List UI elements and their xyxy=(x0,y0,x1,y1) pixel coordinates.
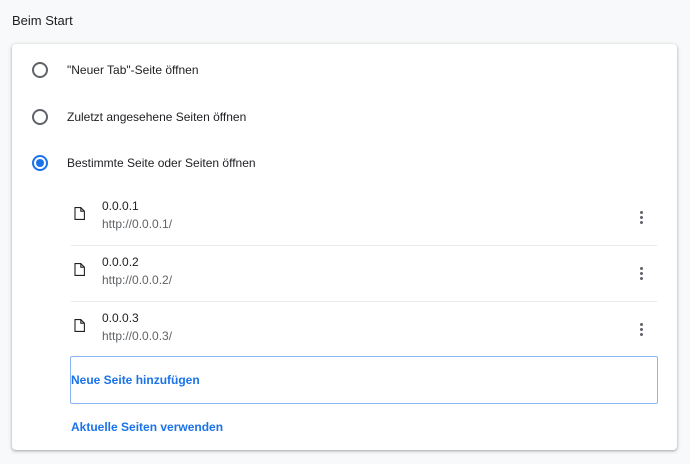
startup-card: "Neuer Tab"-Seite öffnen Zuletzt angeseh… xyxy=(12,44,677,450)
page-url: http://0.0.0.1/ xyxy=(102,217,173,231)
page-title: 0.0.0.1 xyxy=(102,199,139,213)
page-icon xyxy=(74,319,85,332)
radio-button-new-tab[interactable] xyxy=(32,62,48,78)
section-title: Beim Start xyxy=(12,13,73,28)
radio-button-continue[interactable] xyxy=(32,109,48,125)
radio-option-continue[interactable]: Zuletzt angesehene Seiten öffnen xyxy=(12,102,677,132)
more-vert-icon[interactable] xyxy=(631,261,651,285)
startup-page-item: 0.0.0.3 http://0.0.0.3/ xyxy=(71,302,657,358)
page-title: 0.0.0.3 xyxy=(102,311,139,325)
page-icon xyxy=(74,263,85,276)
radio-option-new-tab[interactable]: "Neuer Tab"-Seite öffnen xyxy=(12,55,677,85)
page-url: http://0.0.0.2/ xyxy=(102,273,173,287)
startup-pages-list: 0.0.0.1 http://0.0.0.1/ 0.0.0.2 http://0… xyxy=(71,190,657,358)
more-vert-icon[interactable] xyxy=(631,205,651,229)
more-vert-icon[interactable] xyxy=(631,317,651,341)
page-url: http://0.0.0.3/ xyxy=(102,329,173,343)
use-current-pages-button[interactable]: Aktuelle Seiten verwenden xyxy=(71,420,223,434)
page-title: 0.0.0.2 xyxy=(102,255,139,269)
page-icon xyxy=(74,207,85,220)
radio-label-continue: Zuletzt angesehene Seiten öffnen xyxy=(67,110,247,124)
add-page-button[interactable]: Neue Seite hinzufügen xyxy=(70,356,658,404)
radio-option-specific-pages[interactable]: Bestimmte Seite oder Seiten öffnen xyxy=(12,148,677,178)
radio-label-new-tab: "Neuer Tab"-Seite öffnen xyxy=(67,63,199,77)
startup-page-item: 0.0.0.2 http://0.0.0.2/ xyxy=(71,246,657,302)
radio-button-specific-pages[interactable] xyxy=(32,155,48,171)
startup-page-item: 0.0.0.1 http://0.0.0.1/ xyxy=(71,190,657,246)
radio-label-specific-pages: Bestimmte Seite oder Seiten öffnen xyxy=(67,156,256,170)
